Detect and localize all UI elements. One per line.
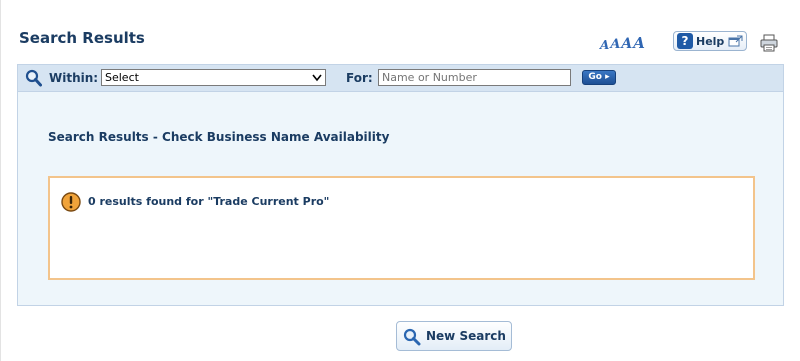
new-search-button[interactable]: New Search xyxy=(396,321,512,351)
for-label: For: xyxy=(346,71,373,85)
magnifier-icon xyxy=(403,328,421,346)
go-label: Go xyxy=(588,72,602,82)
help-label: Help xyxy=(696,34,725,48)
font-size-xlarge-button[interactable]: A xyxy=(633,36,645,51)
question-mark-icon: ? xyxy=(677,33,693,49)
results-panel: Search Results - Check Business Name Ava… xyxy=(17,92,784,306)
new-search-label: New Search xyxy=(426,329,506,343)
left-border xyxy=(0,0,1,361)
font-size-small-button[interactable]: A xyxy=(600,39,609,51)
search-input[interactable] xyxy=(378,69,571,86)
font-size-large-button[interactable]: A xyxy=(621,37,632,51)
results-heading: Search Results - Check Business Name Ava… xyxy=(48,130,390,144)
external-window-icon xyxy=(728,35,743,47)
font-size-controls: A A A A xyxy=(600,33,646,52)
search-bar: Within: Select For: Go ▸ xyxy=(17,64,784,92)
warning-icon xyxy=(61,192,81,212)
within-selected-value: Select xyxy=(105,71,139,84)
within-label: Within: xyxy=(49,71,99,85)
chevron-down-icon xyxy=(312,74,322,82)
printer-icon[interactable] xyxy=(760,34,778,52)
page-title: Search Results xyxy=(19,29,145,47)
help-button[interactable]: ? Help xyxy=(673,31,747,51)
results-notice: 0 results found for "Trade Current Pro" xyxy=(48,176,755,280)
go-button[interactable]: Go ▸ xyxy=(582,70,616,85)
font-size-medium-button[interactable]: A xyxy=(610,38,620,51)
magnifier-icon xyxy=(25,69,42,87)
notice-text: 0 results found for "Trade Current Pro" xyxy=(88,195,330,208)
within-select[interactable]: Select xyxy=(101,69,326,86)
